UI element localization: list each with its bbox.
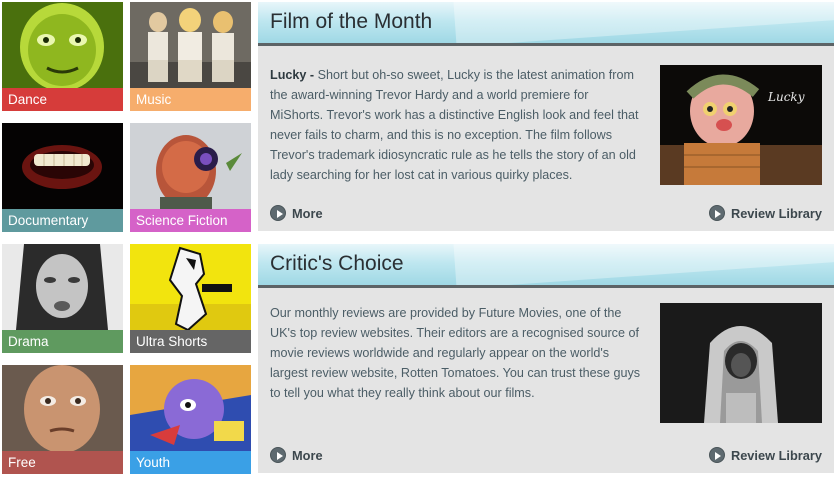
panel-title: Film of the Month bbox=[270, 10, 433, 33]
science-fiction-thumbnail bbox=[130, 123, 251, 209]
film-still-image[interactable]: Lucky bbox=[660, 65, 822, 185]
hooded-figure-illustration bbox=[660, 303, 822, 423]
header-shine bbox=[452, 2, 834, 43]
critics-description: Our monthly reviews are provided by Futu… bbox=[270, 306, 641, 400]
category-label-drama: Drama bbox=[2, 330, 123, 353]
lucky-still-illustration: Lucky bbox=[660, 65, 822, 185]
category-label-documentary: Documentary bbox=[2, 209, 123, 232]
film-description: Lucky - Short but oh-so sweet, Lucky is … bbox=[270, 65, 642, 185]
play-circle-icon bbox=[270, 205, 286, 221]
more-label: More bbox=[292, 447, 323, 463]
category-tile-music[interactable]: Music bbox=[130, 2, 251, 111]
music-thumbnail bbox=[130, 2, 251, 88]
film-title-lead: Lucky - bbox=[270, 68, 315, 82]
image-caption: Lucky bbox=[767, 90, 805, 104]
critics-choice-panel: Critic's Choice Our monthly reviews are … bbox=[258, 244, 834, 473]
film-of-the-month-panel: Film of the Month Lucky - Short but oh-s… bbox=[258, 2, 834, 231]
category-tile-youth[interactable]: Youth bbox=[130, 365, 251, 474]
play-circle-icon bbox=[708, 447, 725, 463]
category-label-dance: Dance bbox=[2, 88, 123, 111]
category-tile-drama[interactable]: Drama bbox=[2, 244, 123, 353]
film-description-text: Short but oh-so sweet, Lucky is the late… bbox=[270, 68, 639, 182]
film-review-library-link[interactable]: Review Library bbox=[708, 205, 822, 221]
drama-thumbnail bbox=[2, 244, 123, 330]
category-label-science-fiction: Science Fiction bbox=[130, 209, 251, 232]
category-tile-science-fiction[interactable]: Science Fiction bbox=[130, 123, 251, 232]
documentary-thumbnail bbox=[2, 123, 123, 209]
youth-thumbnail bbox=[130, 365, 251, 451]
film-more-link[interactable]: More bbox=[270, 205, 323, 221]
play-circle-icon bbox=[270, 447, 286, 463]
category-label-youth: Youth bbox=[130, 451, 251, 474]
category-label-music: Music bbox=[130, 88, 251, 111]
category-tile-ultra-shorts[interactable]: Ultra Shorts bbox=[130, 244, 251, 353]
review-library-label: Review Library bbox=[730, 205, 822, 221]
panel-header: Critic's Choice bbox=[258, 244, 834, 288]
category-tile-dance[interactable]: Dance bbox=[2, 2, 123, 111]
critics-more-link[interactable]: More bbox=[270, 447, 323, 463]
panel-header: Film of the Month bbox=[258, 2, 834, 46]
header-shine bbox=[452, 244, 834, 285]
category-label-ultra-shorts: Ultra Shorts bbox=[130, 330, 251, 353]
dance-thumbnail bbox=[2, 2, 123, 88]
review-library-label: Review Library bbox=[730, 447, 822, 463]
panel-title: Critic's Choice bbox=[270, 252, 404, 275]
critics-still-image[interactable] bbox=[660, 303, 822, 423]
category-tile-free[interactable]: Free bbox=[2, 365, 123, 474]
more-label: More bbox=[292, 205, 323, 221]
free-thumbnail bbox=[2, 365, 123, 451]
play-circle-icon bbox=[708, 205, 725, 221]
critics-review-library-link[interactable]: Review Library bbox=[708, 447, 822, 463]
category-label-free: Free bbox=[2, 451, 123, 474]
ultra-shorts-thumbnail bbox=[130, 244, 251, 330]
category-tile-documentary[interactable]: Documentary bbox=[2, 123, 123, 232]
